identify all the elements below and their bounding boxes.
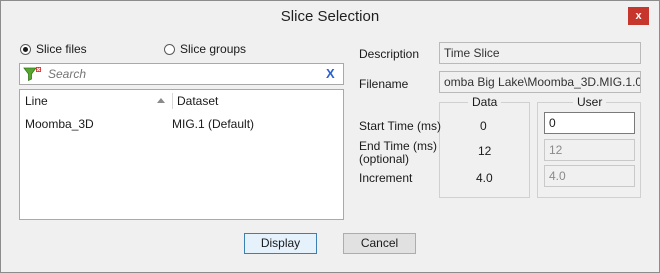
title-bar: Slice Selection x [1,1,659,32]
description-field: Time Slice [439,42,641,64]
start-time-user-input[interactable]: 0 [544,112,635,134]
slice-groups-label[interactable]: Slice groups [180,42,246,56]
end-time-data-value: 12 [478,144,492,158]
slice-selection-dialog: Slice Selection x Slice files Slice grou… [0,0,660,273]
slice-files-label[interactable]: Slice files [36,42,87,56]
search-bar: X [19,63,344,85]
description-label: Description [359,47,420,61]
table-row[interactable]: Moomba_3D MIG.1 (Default) [20,113,343,135]
display-button[interactable]: Display [244,233,317,254]
user-group-title: User [573,95,607,109]
start-time-label: Start Time (ms) [359,119,442,133]
filename-label: Filename [359,77,409,91]
column-header-line[interactable]: Line [20,90,172,112]
slice-groups-radio[interactable] [164,44,175,55]
increment-data-value: 4.0 [476,171,493,185]
increment-label: Increment [359,171,413,185]
increment-user-input[interactable]: 4.0 [544,165,635,187]
cancel-button[interactable]: Cancel [343,233,416,254]
column-header-dataset[interactable]: Dataset [172,90,343,112]
close-button[interactable]: x [628,7,649,25]
clear-search-icon[interactable]: X [326,66,335,81]
end-time-label: End Time (ms) (optional) [359,139,438,166]
search-input[interactable] [48,65,318,83]
row-dataset-cell: MIG.1 (Default) [172,117,255,131]
close-icon: x [635,10,642,22]
slice-files-radio[interactable] [20,44,31,55]
dialog-title: Slice Selection [280,8,380,25]
column-header-dataset-label: Dataset [177,94,219,108]
row-line-cell: Moomba_3D [25,117,94,131]
sort-ascending-icon [157,98,165,103]
filter-icon[interactable] [23,66,42,82]
column-header-line-label: Line [25,94,48,108]
slice-list[interactable]: Line Dataset Moomba_3D MIG.1 (Default) [19,89,344,220]
start-time-data-value: 0 [480,119,487,133]
data-group-title: Data [468,95,502,109]
filename-field: omba Big Lake\Moomba_3D.MIG.1.0.slice [439,71,641,93]
end-time-user-input[interactable]: 12 [544,139,635,161]
